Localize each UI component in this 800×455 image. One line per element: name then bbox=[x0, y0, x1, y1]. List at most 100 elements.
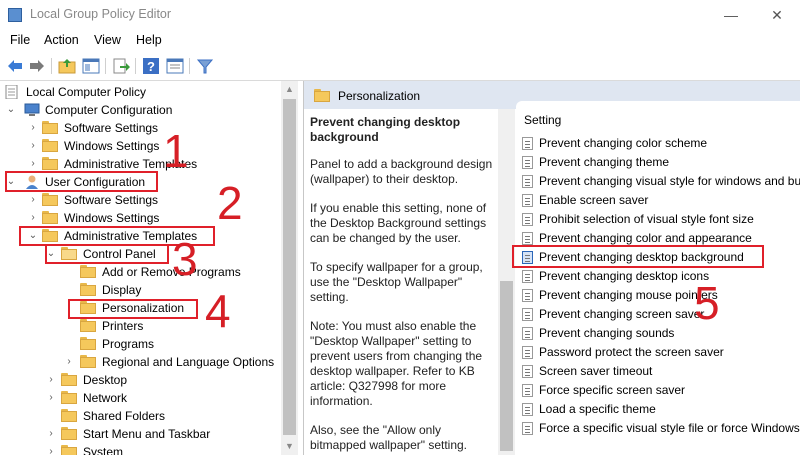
folder-icon bbox=[80, 283, 96, 297]
setting-title: Prevent changing desktop background bbox=[310, 115, 461, 144]
pane-header-title: Personalization bbox=[338, 89, 421, 103]
tree-item-label: Software Settings bbox=[64, 121, 159, 135]
chevron-right-icon[interactable]: › bbox=[46, 443, 56, 455]
chevron-right-icon[interactable]: › bbox=[28, 137, 38, 155]
policy-setting-icon bbox=[522, 422, 533, 435]
folder-icon bbox=[61, 391, 77, 405]
menu-view[interactable]: View bbox=[94, 33, 121, 47]
properties-icon[interactable] bbox=[166, 57, 184, 75]
scroll-down-icon[interactable]: ▼ bbox=[281, 438, 298, 455]
policy-setting-icon bbox=[522, 327, 533, 340]
folder-icon bbox=[80, 265, 96, 279]
up-folder-icon[interactable] bbox=[58, 57, 76, 75]
scrollbar-thumb[interactable] bbox=[283, 99, 296, 435]
folder-icon bbox=[80, 319, 96, 333]
title-bar: Local Group Policy Editor — ✕ bbox=[0, 0, 800, 30]
tree-item-label: Software Settings bbox=[64, 193, 159, 207]
tree-item-label: Computer Configuration bbox=[45, 103, 173, 117]
folder-icon bbox=[42, 193, 58, 207]
svg-text:?: ? bbox=[147, 59, 155, 74]
description-paragraph: Panel to add a background design (wallpa… bbox=[310, 157, 493, 186]
annotation-step-5: 5 bbox=[694, 277, 720, 329]
forward-arrow-icon[interactable] bbox=[28, 57, 46, 75]
tree-scrollbar[interactable]: ▲ ▼ bbox=[281, 81, 298, 455]
annotation-step-3: 3 bbox=[172, 233, 198, 285]
tree-item-label: Local Computer Policy bbox=[26, 85, 147, 99]
close-button[interactable]: ✕ bbox=[754, 0, 800, 30]
highlight-personalization bbox=[68, 299, 198, 319]
chevron-right-icon[interactable]: › bbox=[28, 191, 38, 209]
description-paragraph: If you enable this setting, none of the … bbox=[310, 201, 487, 245]
computer-icon bbox=[24, 103, 40, 117]
scrollbar-thumb[interactable] bbox=[500, 281, 513, 451]
policy-setting-icon bbox=[522, 213, 533, 226]
folder-icon bbox=[61, 427, 77, 441]
folder-icon bbox=[42, 121, 58, 135]
description-paragraph: Also, see the "Allow only bitmapped wall… bbox=[310, 423, 468, 452]
chevron-down-icon[interactable]: ⌄ bbox=[6, 101, 16, 119]
toolbar-separator bbox=[189, 58, 190, 74]
menu-action[interactable]: Action bbox=[44, 33, 79, 47]
toolbar: ? bbox=[0, 52, 800, 81]
menu-bar: File Action View Help bbox=[0, 30, 800, 52]
folder-icon bbox=[42, 157, 58, 171]
column-header-setting[interactable]: Setting bbox=[524, 113, 561, 127]
chevron-right-icon[interactable]: › bbox=[46, 389, 56, 407]
policy-setting-icon bbox=[522, 365, 533, 378]
highlight-user-configuration bbox=[5, 171, 158, 192]
app-icon bbox=[8, 8, 22, 22]
policy-setting-icon bbox=[522, 175, 533, 188]
description-paragraph: To specify wallpaper for a group, use th… bbox=[310, 260, 483, 304]
folder-icon bbox=[80, 355, 96, 369]
tree-item-label: Windows Settings bbox=[64, 211, 160, 225]
tree-item-label: Regional and Language Options bbox=[102, 355, 275, 369]
tree-item-label: Programs bbox=[102, 337, 155, 351]
chevron-right-icon[interactable]: › bbox=[28, 209, 38, 227]
tree-item-label: Shared Folders bbox=[83, 409, 166, 423]
settings-list: Setting Prevent changing color scheme Pr… bbox=[516, 101, 800, 455]
annotation-step-1: 1 bbox=[163, 125, 189, 177]
show-hide-tree-icon[interactable] bbox=[82, 57, 100, 75]
annotation-step-2: 2 bbox=[217, 177, 243, 229]
description-scrollbar[interactable] bbox=[498, 109, 515, 455]
policy-setting-icon bbox=[522, 289, 533, 302]
tree-item-label: Display bbox=[102, 283, 142, 297]
setting-description: Prevent changing desktop background ... … bbox=[310, 115, 496, 455]
folder-icon bbox=[80, 337, 96, 351]
export-list-icon[interactable] bbox=[112, 57, 130, 75]
toolbar-separator bbox=[105, 58, 106, 74]
tree-item-label: System bbox=[83, 445, 124, 455]
policy-setting-icon bbox=[522, 403, 533, 416]
highlight-prevent-changing-desktop-background bbox=[512, 245, 764, 268]
folder-icon bbox=[42, 211, 58, 225]
filter-icon[interactable] bbox=[196, 57, 214, 75]
toolbar-separator bbox=[135, 58, 136, 74]
policy-setting-icon bbox=[522, 232, 533, 245]
details-pane: Personalization Prevent changing desktop… bbox=[303, 81, 800, 455]
back-arrow-icon[interactable] bbox=[6, 57, 24, 75]
folder-icon bbox=[61, 409, 77, 423]
policy-setting-icon bbox=[522, 308, 533, 321]
policy-setting-icon bbox=[522, 156, 533, 169]
menu-file[interactable]: File bbox=[10, 33, 30, 47]
tree-item-label: Windows Settings bbox=[64, 139, 160, 153]
minimize-button[interactable]: — bbox=[708, 0, 754, 30]
policy-setting-icon bbox=[522, 194, 533, 207]
policy-setting-icon bbox=[522, 270, 533, 283]
folder-icon bbox=[42, 139, 58, 153]
annotation-step-4: 4 bbox=[205, 285, 231, 337]
clipped-text: ... bbox=[310, 149, 321, 157]
scroll-up-icon[interactable]: ▲ bbox=[281, 81, 298, 98]
computer-policy-icon bbox=[4, 84, 20, 100]
chevron-right-icon[interactable]: › bbox=[28, 119, 38, 137]
policy-setting-icon bbox=[522, 384, 533, 397]
window-title: Local Group Policy Editor bbox=[30, 7, 172, 21]
help-icon[interactable]: ? bbox=[142, 57, 160, 75]
tree-item-label: Start Menu and Taskbar bbox=[83, 427, 211, 441]
menu-help[interactable]: Help bbox=[136, 33, 162, 47]
policy-setting-icon bbox=[522, 346, 533, 359]
highlight-control-panel bbox=[45, 244, 169, 264]
chevron-right-icon[interactable]: › bbox=[64, 353, 74, 371]
chevron-right-icon[interactable]: › bbox=[46, 371, 56, 389]
chevron-right-icon[interactable]: › bbox=[46, 425, 56, 443]
